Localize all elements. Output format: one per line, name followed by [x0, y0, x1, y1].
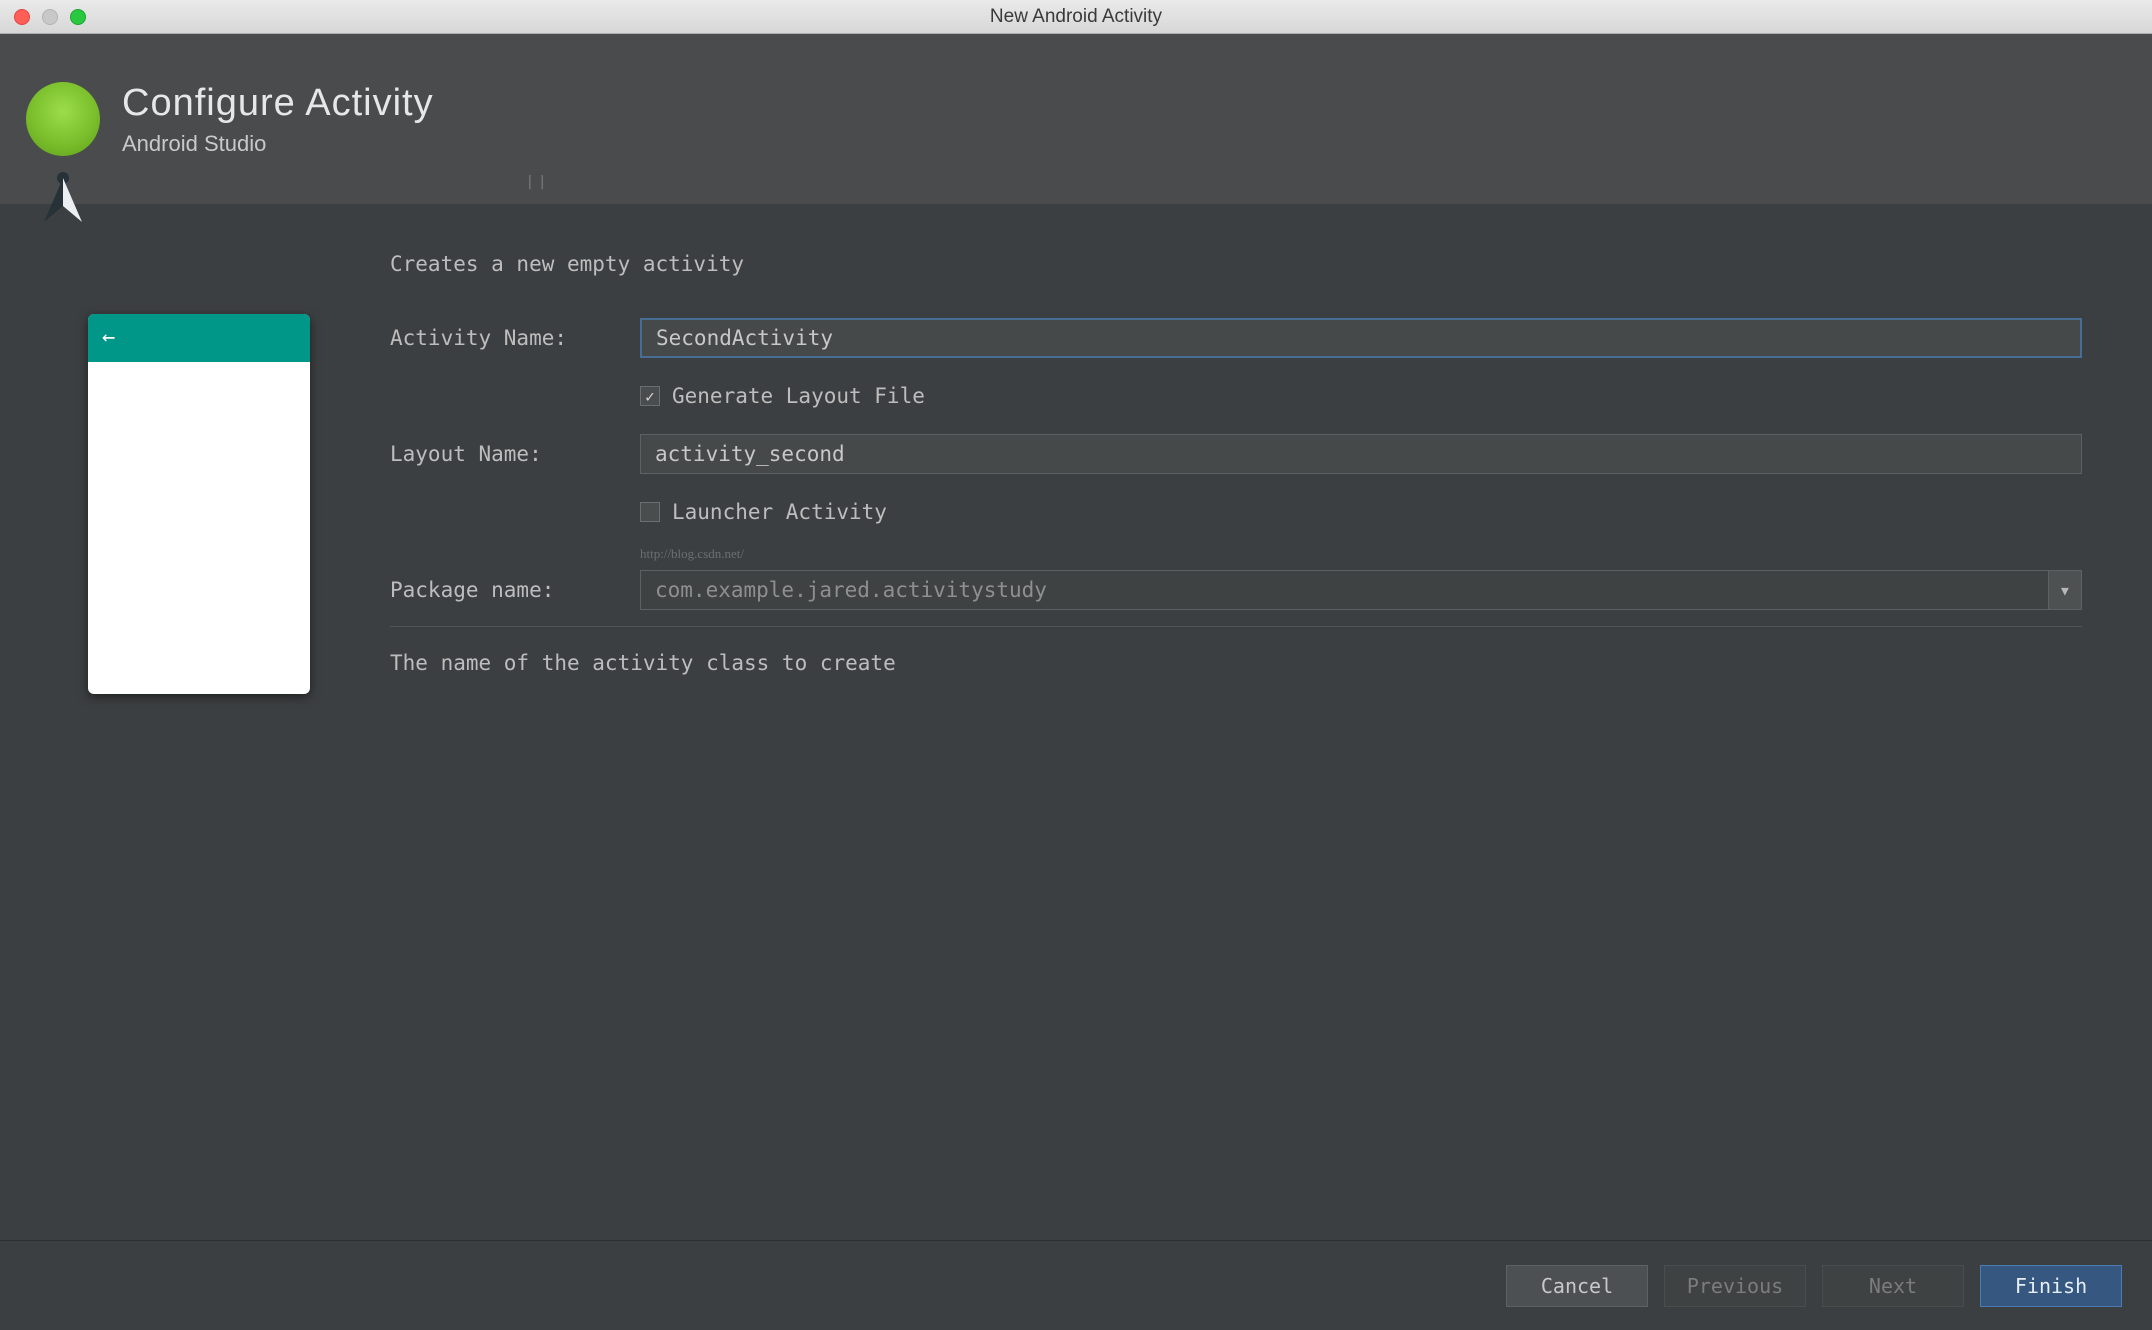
chevron-down-icon: ▾: [2059, 578, 2071, 602]
android-studio-logo-icon: [26, 82, 100, 156]
row-generate-layout: Generate Layout File: [390, 374, 2082, 418]
package-name-dropdown-button[interactable]: ▾: [2049, 570, 2082, 610]
wizard-title: Configure Activity: [122, 82, 434, 125]
window-titlebar: New Android Activity: [0, 0, 2152, 34]
launcher-activity-label: Launcher Activity: [672, 500, 887, 524]
wizard-header: Configure Activity Android Studio ||: [0, 34, 2152, 204]
finish-button[interactable]: Finish: [1980, 1265, 2122, 1307]
configure-form: Creates a new empty activity Activity Na…: [390, 252, 2122, 1240]
activity-name-label: Activity Name:: [390, 326, 640, 350]
launcher-activity-checkbox[interactable]: [640, 502, 660, 522]
row-launcher-activity: Launcher Activity: [390, 490, 2082, 534]
activity-preview: ←: [88, 314, 310, 1240]
layout-name-label: Layout Name:: [390, 442, 640, 466]
activity-name-input[interactable]: [640, 318, 2082, 358]
generate-layout-checkbox[interactable]: [640, 386, 660, 406]
generate-layout-label: Generate Layout File: [672, 384, 925, 408]
wizard-header-text: Configure Activity Android Studio: [122, 82, 434, 157]
wizard-footer: Cancel Previous Next Finish: [0, 1240, 2152, 1330]
wizard-content: ← Creates a new empty activity Activity …: [0, 204, 2152, 1240]
package-name-label: Package name:: [390, 578, 640, 602]
compass-icon: [26, 156, 100, 230]
field-help-text: The name of the activity class to create: [390, 626, 2082, 675]
watermark-text: http://blog.csdn.net/: [640, 546, 2082, 562]
row-package-name: Package name: ▾: [390, 568, 2082, 612]
row-layout-name: Layout Name:: [390, 432, 2082, 476]
form-description: Creates a new empty activity: [390, 252, 2082, 276]
next-button: Next: [1822, 1265, 1964, 1307]
wizard-subtitle: Android Studio: [122, 131, 434, 157]
phone-actionbar: ←: [88, 314, 310, 362]
row-activity-name: Activity Name:: [390, 316, 2082, 360]
previous-button: Previous: [1664, 1265, 1806, 1307]
resize-handle-icon[interactable]: ||: [526, 174, 551, 190]
layout-name-input[interactable]: [640, 434, 2082, 474]
back-arrow-icon: ←: [102, 327, 115, 349]
cancel-button[interactable]: Cancel: [1506, 1265, 1648, 1307]
window-title: New Android Activity: [0, 6, 2152, 28]
phone-frame: ←: [88, 314, 310, 694]
package-name-input[interactable]: [640, 570, 2049, 610]
